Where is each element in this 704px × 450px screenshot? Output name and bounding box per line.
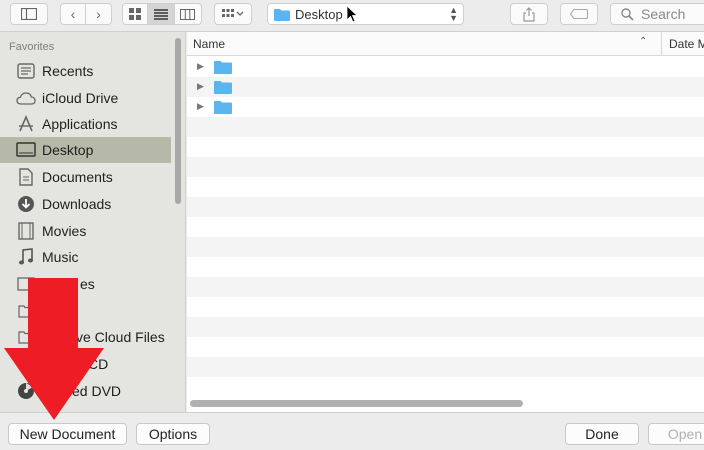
applications-icon <box>16 114 36 134</box>
sidebar-item-documents[interactable]: Documents <box>0 164 171 190</box>
table-row[interactable]: ▶ <box>187 97 704 117</box>
empty-row <box>187 157 704 177</box>
empty-row <box>187 277 704 297</box>
done-button[interactable]: Done <box>565 423 639 445</box>
empty-row <box>187 177 704 197</box>
columns-icon <box>180 8 196 20</box>
music-note-icon <box>16 247 36 267</box>
list-view-button[interactable] <box>148 4 175 24</box>
sidebar-item-label: Applications <box>42 116 118 132</box>
name-column-header[interactable]: Name <box>193 37 225 51</box>
folder-icon <box>214 81 232 94</box>
empty-row <box>187 257 704 277</box>
sidebar-section-heading: Favorites <box>9 41 55 53</box>
empty-row <box>187 117 704 137</box>
column-header: Name ⌃ Date M <box>187 32 704 56</box>
document-icon <box>16 167 36 187</box>
empty-row <box>187 317 704 337</box>
sidebar-item-label: Desktop <box>42 142 94 158</box>
arrange-menu-button[interactable] <box>214 3 252 25</box>
cloud-icon <box>16 88 36 108</box>
file-rows: ▶ ▶ ▶ <box>187 57 704 397</box>
horizontal-scrollbar[interactable] <box>190 400 523 407</box>
sidebar-item-movies[interactable]: Movies <box>0 218 171 244</box>
back-forward-control: ‹ › <box>60 3 112 25</box>
chevron-right-icon: › <box>96 6 101 22</box>
search-placeholder: Search <box>641 6 686 22</box>
share-icon <box>523 6 535 22</box>
tag-button[interactable] <box>560 3 598 25</box>
sidebar-icon <box>21 8 37 20</box>
arrange-icon <box>222 9 244 17</box>
date-column-header[interactable]: Date M <box>661 32 704 56</box>
sidebar-item-label: Documents <box>42 169 113 185</box>
options-button[interactable]: Options <box>136 423 210 445</box>
sidebar-item-music[interactable]: Music <box>0 244 171 270</box>
share-button[interactable] <box>510 3 548 25</box>
clock-icon <box>16 61 36 81</box>
toolbar: ‹ › Desktop ▲ ▼ Search <box>0 0 704 32</box>
sidebar-item-label: Movies <box>42 223 87 239</box>
annotation-arrow-down-icon <box>4 278 104 420</box>
forward-button[interactable]: › <box>86 4 111 24</box>
grid-icon <box>129 8 142 20</box>
column-view-button[interactable] <box>175 4 201 24</box>
desktop-icon <box>16 140 36 160</box>
chevron-left-icon: ‹ <box>70 6 76 22</box>
download-icon <box>16 194 36 214</box>
empty-row <box>187 237 704 257</box>
empty-row <box>187 197 704 217</box>
search-field[interactable]: Search <box>610 3 704 25</box>
location-popup[interactable]: Desktop ▲ ▼ <box>267 3 464 25</box>
sidebar-scrollbar[interactable] <box>175 38 181 204</box>
disclosure-triangle-icon[interactable]: ▶ <box>197 81 204 92</box>
sidebar-item-desktop[interactable]: Desktop <box>0 137 171 163</box>
location-label: Desktop <box>295 6 343 22</box>
up-down-chevron-icon: ▲ ▼ <box>449 5 458 23</box>
empty-row <box>187 377 704 397</box>
empty-row <box>187 297 704 317</box>
table-row[interactable]: ▶ <box>187 57 704 77</box>
icon-view-button[interactable] <box>123 4 149 24</box>
film-icon <box>16 221 36 241</box>
sidebar-item-applications[interactable]: Applications <box>0 111 171 137</box>
view-mode-control <box>122 3 202 25</box>
sidebar-item-label: Music <box>42 249 79 265</box>
search-icon <box>621 7 634 21</box>
disclosure-triangle-icon[interactable]: ▶ <box>197 101 204 112</box>
file-browser: Name ⌃ Date M ▶ ▶ ▶ <box>187 32 704 412</box>
sidebar-item-icloud-drive[interactable]: iCloud Drive <box>0 85 171 111</box>
new-document-button[interactable]: New Document <box>8 423 127 445</box>
sidebar-toggle-button[interactable] <box>10 3 48 25</box>
folder-icon <box>274 8 290 21</box>
table-row[interactable]: ▶ <box>187 77 704 97</box>
back-button[interactable]: ‹ <box>61 4 87 24</box>
sidebar-item-label: Recents <box>42 63 94 79</box>
sidebar-item-label: iCloud Drive <box>42 90 119 106</box>
empty-row <box>187 217 704 237</box>
empty-row <box>187 357 704 377</box>
sort-ascending-icon: ⌃ <box>639 36 648 47</box>
folder-icon <box>214 61 232 74</box>
disclosure-triangle-icon[interactable]: ▶ <box>197 61 204 72</box>
empty-row <box>187 337 704 357</box>
sidebar-item-downloads[interactable]: Downloads <box>0 191 171 217</box>
list-icon <box>154 8 169 20</box>
folder-icon <box>214 101 232 114</box>
tag-icon <box>570 9 588 19</box>
empty-row <box>187 137 704 157</box>
sidebar-item-label: Downloads <box>42 196 112 212</box>
mouse-pointer-icon <box>346 5 358 23</box>
sidebar-item-recents[interactable]: Recents <box>0 58 171 84</box>
open-button[interactable]: Open <box>648 423 704 445</box>
